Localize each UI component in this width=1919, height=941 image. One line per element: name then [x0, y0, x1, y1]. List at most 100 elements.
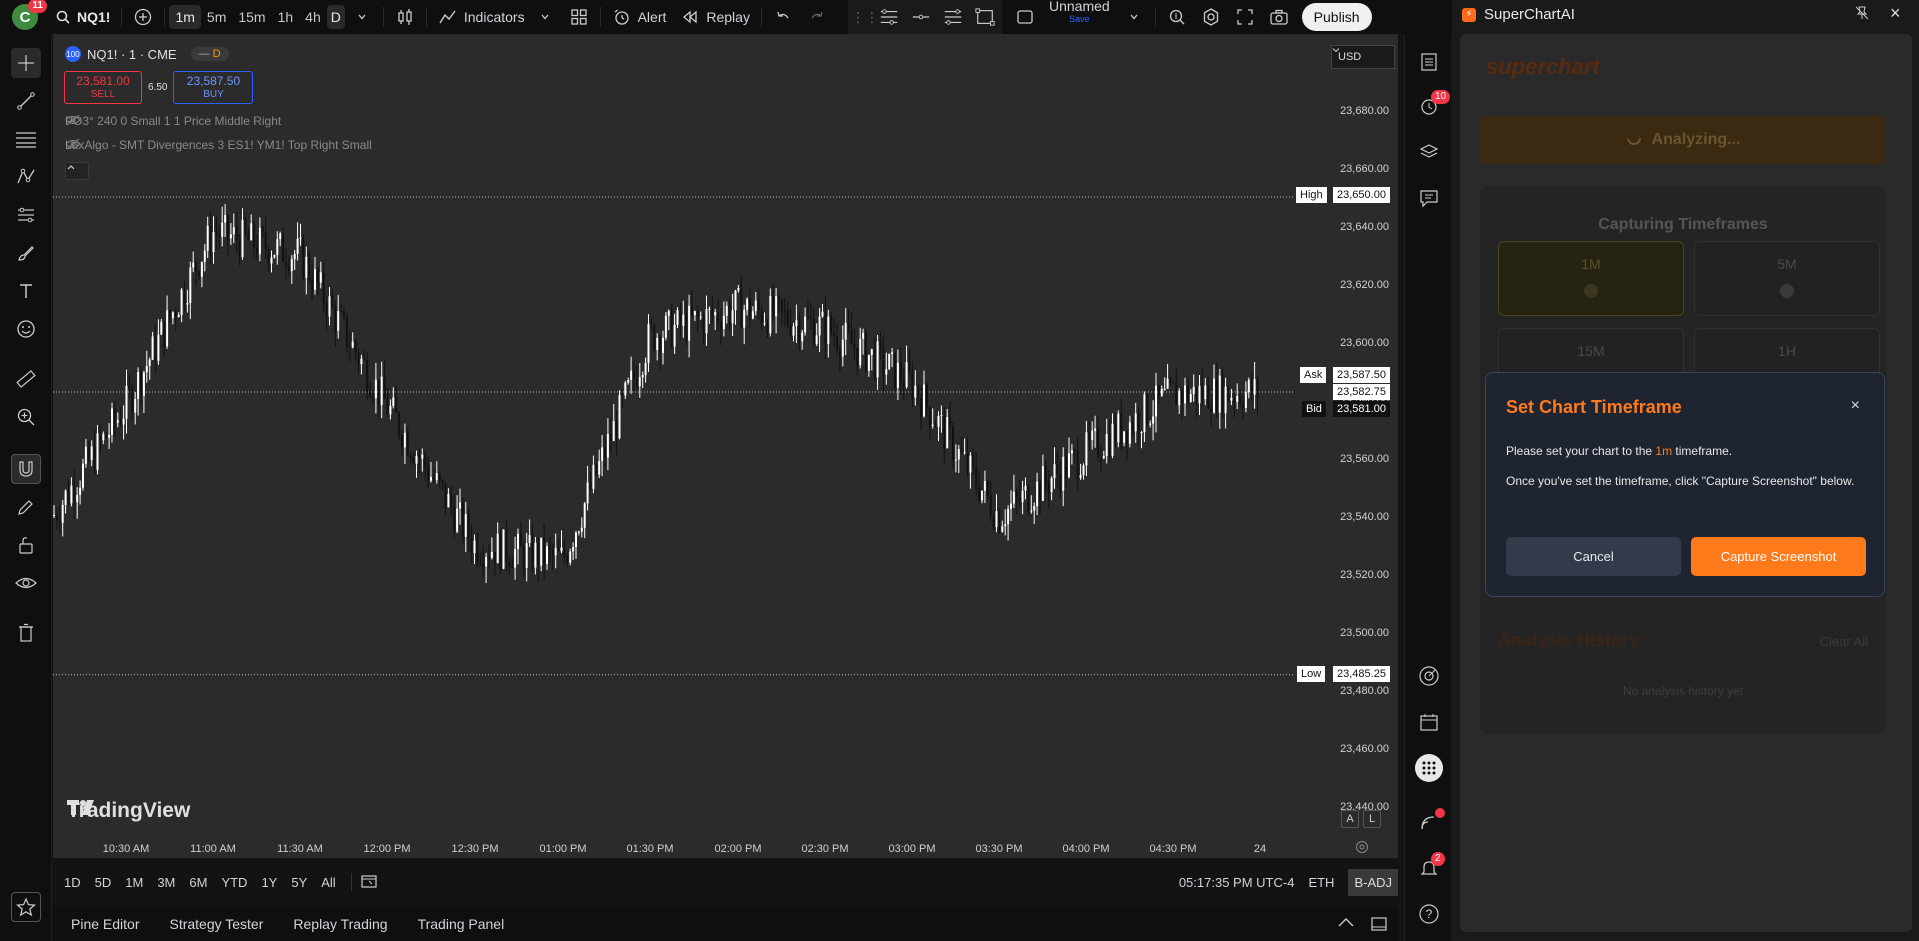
zoom-in-icon[interactable] [11, 402, 41, 432]
timeframe-4h[interactable]: 4h [299, 5, 327, 29]
range-1m[interactable]: 1M [118, 875, 150, 890]
symbol-search[interactable]: NQ1! [46, 0, 117, 34]
alert-button[interactable]: Alert [605, 0, 674, 34]
close-icon[interactable]: × [1890, 3, 1901, 24]
symbol-legend[interactable]: 100 NQ1! · 1 · CME — D [65, 46, 229, 62]
indicator-legend-po3[interactable]: PO3° 240 0 Small 1 1 Price Middle Right [65, 114, 289, 128]
compare-button[interactable] [126, 0, 160, 34]
indicator-legend-smt[interactable]: LuxAlgo - SMT Divergences 3 ES1! YM1! To… [65, 138, 380, 152]
user-avatar[interactable]: C 11 [12, 0, 47, 30]
watchlist-icon[interactable] [1415, 48, 1443, 76]
candle-body [488, 557, 490, 559]
signal-gauge-icon[interactable] [1415, 662, 1443, 690]
auto-scale-button[interactable]: A [1341, 810, 1359, 828]
candle-body [989, 495, 992, 517]
chart-pane[interactable]: 23,680.00 23,660.00 23,640.00 23,620.00 23,6… [53, 34, 1398, 858]
range-5y[interactable]: 5Y [284, 875, 314, 890]
star-icon[interactable] [11, 892, 41, 922]
drag-handle-icon[interactable]: ⋮⋮ [851, 7, 879, 27]
live-stream-icon[interactable] [1415, 808, 1445, 836]
trend-line-tool[interactable] [11, 86, 41, 116]
notifications-icon[interactable]: 2 [1415, 852, 1445, 882]
timeframe-d[interactable]: D [326, 5, 345, 29]
clear-all-button[interactable]: Clear All [1820, 634, 1868, 649]
rectangle-icon[interactable] [975, 7, 995, 27]
settings-button[interactable] [1194, 0, 1228, 34]
currency-select[interactable]: USD [1331, 45, 1395, 69]
tf-card-5m[interactable]: 5M [1694, 241, 1880, 316]
fullscreen-button[interactable] [1228, 0, 1262, 34]
object-tree-icon[interactable] [1415, 138, 1443, 166]
timeframe-1m[interactable]: 1m [169, 5, 201, 29]
redo-button[interactable] [800, 0, 834, 34]
chat-icon[interactable] [1415, 184, 1443, 212]
forecasting-tool[interactable] [11, 200, 41, 230]
unpin-icon[interactable] [1854, 5, 1870, 25]
session-toggle[interactable]: ETH [1308, 875, 1334, 890]
tf-card-1m[interactable]: 1M [1498, 241, 1684, 316]
emoji-icon[interactable] [11, 314, 41, 344]
maximize-panel-icon[interactable] [1370, 916, 1388, 935]
templates-button[interactable] [562, 0, 596, 34]
price-chart[interactable]: 23,680.00 23,660.00 23,640.00 23,620.00 23,6… [53, 34, 1398, 858]
range-1d[interactable]: 1D [57, 875, 88, 890]
range-1y[interactable]: 1Y [254, 875, 284, 890]
pattern-tool[interactable] [11, 162, 41, 192]
ruler-icon[interactable] [11, 364, 41, 394]
dialog-close-icon[interactable]: × [1851, 397, 1860, 415]
text-tool[interactable] [11, 276, 41, 306]
tab-strategy-tester[interactable]: Strategy Tester [169, 916, 263, 932]
magnet-icon[interactable] [11, 454, 41, 484]
timeframe-15m[interactable]: 15m [232, 5, 271, 29]
range-5d[interactable]: 5D [88, 875, 119, 890]
timeframe-dropdown[interactable] [345, 0, 379, 34]
layout-name[interactable]: Unnamed Save [1042, 0, 1117, 34]
tf-card-label: 15M [1577, 343, 1605, 359]
pitchfork-icon[interactable] [879, 7, 899, 27]
tab-pine-editor[interactable]: Pine Editor [71, 916, 139, 932]
collapse-legend-button[interactable] [65, 162, 89, 180]
range-ytd[interactable]: YTD [214, 875, 254, 890]
clock[interactable]: 05:17:35 PM UTC-4 [1179, 875, 1295, 890]
range-6m[interactable]: 6M [182, 875, 214, 890]
lock-icon[interactable] [11, 530, 41, 560]
analyze-button[interactable]: Analyzing... [1480, 116, 1886, 164]
undo-button[interactable] [766, 0, 800, 34]
range-all[interactable]: All [314, 875, 342, 890]
range-3m[interactable]: 3M [150, 875, 182, 890]
calendar-range-icon[interactable] [360, 873, 378, 892]
alerts-icon[interactable]: 10 [1415, 90, 1451, 120]
cancel-button[interactable]: Cancel [1506, 537, 1681, 576]
buy-button[interactable]: 23,587.50 BUY [173, 71, 254, 104]
calendar-icon[interactable] [1415, 708, 1443, 736]
timeframe-5m[interactable]: 5m [201, 5, 232, 29]
layout-toggle[interactable] [1008, 0, 1042, 34]
eye-icon[interactable] [11, 568, 41, 598]
tab-trading-panel[interactable]: Trading Panel [418, 916, 505, 932]
timeframe-1h[interactable]: 1h [272, 5, 300, 29]
tab-replay-trading[interactable]: Replay Trading [293, 916, 387, 932]
layout-dropdown[interactable] [1117, 0, 1151, 34]
trash-icon[interactable] [11, 618, 41, 648]
apps-grid-icon[interactable] [1415, 754, 1443, 782]
brush-tool[interactable] [11, 238, 41, 268]
horizontal-line-icon[interactable] [911, 7, 931, 27]
replay-button[interactable]: Replay [673, 0, 757, 34]
sell-button[interactable]: 23,581.00 SELL [64, 71, 142, 104]
indicators-button[interactable]: Indicators [431, 0, 562, 34]
candle-body [55, 514, 58, 521]
log-scale-button[interactable]: L [1363, 810, 1381, 828]
publish-button[interactable]: Publish [1301, 3, 1372, 31]
pencil-lock-icon[interactable] [11, 492, 41, 522]
chart-type-button[interactable] [388, 0, 422, 34]
quick-search-button[interactable] [1160, 0, 1194, 34]
crosshair-tool[interactable] [11, 48, 41, 78]
adjustment-toggle[interactable]: B-ADJ [1348, 868, 1398, 896]
help-icon[interactable]: ? [1415, 900, 1443, 928]
fib-tool[interactable] [11, 124, 41, 154]
tradingview-logo[interactable]: TradingView [67, 799, 190, 823]
capture-screenshot-button[interactable]: Capture Screenshot [1691, 537, 1866, 576]
collapse-panel-icon[interactable] [1337, 916, 1355, 933]
parallel-channel-icon[interactable] [943, 7, 963, 27]
snapshot-button[interactable] [1262, 0, 1296, 34]
